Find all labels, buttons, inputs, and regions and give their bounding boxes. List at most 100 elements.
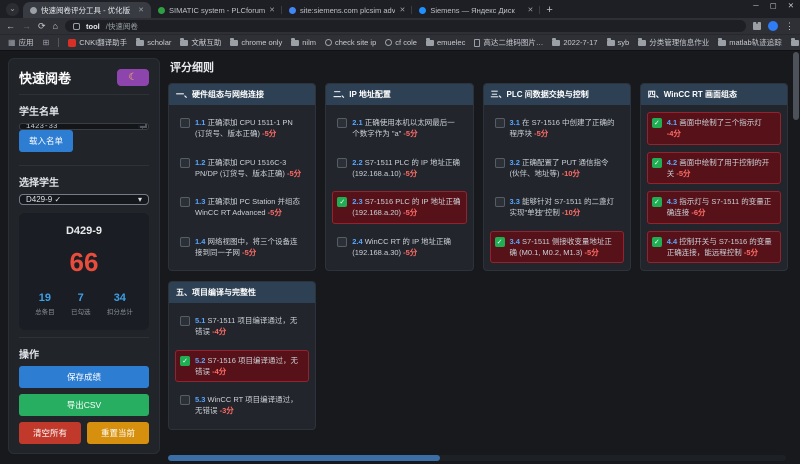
rubric-item[interactable]: ✓4.4 控制开关与 S7-1516 的变量正确连接，能远程控制 -5分 (647, 231, 781, 264)
rubric-panel: 评分细则 一、硬件组态与网络连接1.1 正确添加 CPU 1511-1 PN (… (168, 58, 788, 454)
clear-all-button[interactable]: 清空所有 (19, 422, 81, 444)
profile-avatar[interactable] (768, 21, 778, 31)
rubric-item[interactable]: 3.3 能够针对 S7-1511 的二盏灯实现"单独"控制 -10分 (490, 191, 624, 224)
student-select[interactable]: D429-9 ✓ ▾ (19, 194, 149, 205)
save-scores-button[interactable]: 保存成绩 (19, 366, 149, 388)
rubric-item[interactable]: 1.4 网络视图中，将三个设备连接到同一子网 -5分 (175, 231, 309, 264)
rubric-item[interactable]: 3.1 在 S7-1516 中创建了正确的程序块 -5分 (490, 112, 624, 145)
checkbox-icon[interactable] (495, 118, 505, 128)
rubric-item[interactable]: 1.3 正确添加 PC Station 并组态 WinCC RT Advance… (175, 191, 309, 224)
bookmark-item[interactable]: scholar (136, 38, 171, 47)
student-roster-textarea[interactable]: 1423-33 1423-34 1423-35 1423-36 1423-40 … (19, 123, 149, 130)
checkbox-icon[interactable] (180, 237, 190, 247)
checkbox-checked-icon[interactable]: ✓ (652, 118, 662, 128)
rubric-item[interactable]: 1.1 正确添加 CPU 1511-1 PN (订货号、版本正确) -5分 (175, 112, 309, 145)
tab-close-icon[interactable]: ✕ (399, 6, 405, 14)
item-text: 3.1 在 S7-1516 中创建了正确的程序块 -5分 (510, 117, 619, 140)
rubric-item[interactable]: 2.1 正确使用本机以太网最后一个数字作为 "a" -5分 (332, 112, 466, 145)
checkbox-icon[interactable] (180, 158, 190, 168)
resize-handle-icon[interactable] (140, 123, 147, 128)
vertical-scroll-thumb[interactable] (793, 52, 799, 120)
checkbox-checked-icon[interactable]: ✓ (337, 197, 347, 207)
rubric-item[interactable]: ✓3.4 S7-1511 侧接收变量地址正确 (M0.1, M0.2, M1.3… (490, 231, 624, 264)
checkbox-icon[interactable] (180, 316, 190, 326)
maximize-icon[interactable]: ▢ (770, 1, 777, 10)
checkbox-icon[interactable] (180, 197, 190, 207)
rubric-item[interactable]: 5.1 S7-1511 项目编译通过，无错误 -4分 (175, 310, 309, 343)
rubric-section: 五、项目编译与完整性5.1 S7-1511 项目编译通过，无错误 -4分✓5.2… (168, 281, 316, 430)
item-text: 1.1 正确添加 CPU 1511-1 PN (订货号、版本正确) -5分 (195, 117, 304, 140)
bookmark-item[interactable]: ▦应用 (8, 37, 34, 48)
address-bar[interactable]: tool /快速阅卷 (65, 20, 746, 32)
rubric-item[interactable]: 2.4 WinCC RT 的 IP 地址正确 (192.168.a.30) -5… (332, 231, 466, 264)
tab-close-icon[interactable]: ✕ (527, 6, 533, 14)
page-horizontal-scrollbar[interactable] (168, 455, 786, 461)
checkbox-icon[interactable] (180, 118, 190, 128)
apps-icon: ▦ (8, 39, 16, 47)
checkbox-icon[interactable] (337, 158, 347, 168)
bookmark-item[interactable]: 分类管理信息作业 (638, 37, 709, 48)
checkbox-checked-icon[interactable]: ✓ (652, 158, 662, 168)
menu-kebab-icon[interactable]: ⋮ (785, 22, 794, 31)
horizontal-scroll-thumb[interactable] (168, 455, 440, 461)
export-csv-button[interactable]: 导出CSV (19, 394, 149, 416)
checkbox-icon[interactable] (337, 118, 347, 128)
bookmark-item[interactable]: 高达二维码图片… (474, 37, 543, 48)
bookmark-item[interactable]: matlab轨迹追踪 (718, 37, 782, 48)
rubric-item[interactable]: ✓2.3 S7-1516 PLC 的 IP 地址正确 (192.168.a.20… (332, 191, 466, 224)
bookmark-item[interactable]: 文献互助 (180, 37, 221, 48)
bookmark-item[interactable]: cf cole (385, 38, 417, 47)
bookmark-item[interactable]: check site ip (325, 38, 376, 47)
tab-search-chevron-icon[interactable]: ⌄ (6, 3, 19, 16)
bookmark-item[interactable]: ⊞ (43, 39, 50, 47)
home-icon[interactable]: ⌂ (53, 22, 58, 31)
checkbox-icon[interactable] (180, 395, 190, 405)
theme-toggle-button[interactable]: ☾ (117, 69, 149, 86)
reload-icon[interactable]: ⟳ (38, 22, 46, 31)
rubric-item[interactable]: 2.2 S7-1511 PLC 的 IP 地址正确 (192.168.a.10)… (332, 152, 466, 185)
checkbox-checked-icon[interactable]: ✓ (180, 356, 190, 366)
rubric-item[interactable]: ✓4.1 画面中绘制了三个指示灯 -4分 (647, 112, 781, 145)
globe-icon (385, 39, 392, 46)
rubric-item[interactable]: ✓4.3 指示灯与 S7-1511 的变量正确连接 -6分 (647, 191, 781, 224)
browser-tab[interactable]: Siemens — Яндекс Диск✕ (412, 2, 540, 18)
bookmark-item[interactable]: chrome only (230, 38, 282, 47)
bookmark-item[interactable]: syb (607, 38, 630, 47)
browser-tab[interactable]: SIMATIC system - PLCforum✕ (151, 2, 282, 18)
browser-tab[interactable]: site:siemens.com plcsim adv✕ (282, 2, 412, 18)
forward-icon[interactable]: → (22, 22, 31, 31)
rubric-item[interactable]: 5.3 WinCC RT 项目编译通过，无错误 -3分 (175, 389, 309, 422)
browser-tab[interactable]: 快速阅卷评分工具 - 优化版✕ (23, 2, 151, 18)
back-icon[interactable]: ← (6, 22, 15, 31)
close-icon[interactable]: ✕ (788, 1, 794, 10)
rubric-item[interactable]: ✓5.2 S7-1516 项目编译通过，无错误 -4分 (175, 350, 309, 383)
rubric-item[interactable]: ✓4.2 画面中绘制了用于控制的开关 -5分 (647, 152, 781, 185)
reset-current-button[interactable]: 重置当前 (87, 422, 149, 444)
bookmark-item[interactable]: nilm (291, 38, 316, 47)
load-roster-button[interactable]: 载入名单 (19, 130, 73, 152)
bookmark-item[interactable]: 2022-7-17 (552, 38, 597, 47)
checkbox-icon[interactable] (495, 158, 505, 168)
checkbox-checked-icon[interactable]: ✓ (652, 197, 662, 207)
window-controls: ─ ▢ ✕ (753, 1, 794, 10)
new-tab-button[interactable]: + (546, 4, 552, 16)
tab-close-icon[interactable]: ✕ (138, 6, 144, 14)
rubric-item[interactable]: 3.2 正确配置了 PUT 通信指令 (伙伴、地址等) -10分 (490, 152, 624, 185)
checkbox-icon[interactable] (495, 197, 505, 207)
item-text: 2.2 S7-1511 PLC 的 IP 地址正确 (192.168.a.10)… (352, 157, 461, 180)
minimize-icon[interactable]: ─ (753, 1, 758, 10)
bookmark-item[interactable]: 2023-09-26 plc (791, 38, 800, 47)
bookmark-item[interactable]: CNKI翻译助手 (68, 37, 127, 48)
page-vertical-scrollbar[interactable] (793, 52, 799, 454)
checkbox-checked-icon[interactable]: ✓ (495, 237, 505, 247)
checkbox-icon[interactable] (337, 237, 347, 247)
red-icon (68, 39, 76, 47)
rubric-column: 二、IP 地址配置2.1 正确使用本机以太网最后一个数字作为 "a" -5分2.… (325, 83, 473, 271)
checkbox-checked-icon[interactable]: ✓ (652, 237, 662, 247)
site-info-icon[interactable] (73, 23, 80, 30)
bookmark-item[interactable]: emuelec (426, 38, 465, 47)
tab-close-icon[interactable]: ✕ (269, 6, 275, 14)
extensions-icon[interactable] (753, 22, 761, 30)
item-number: 4.1 (667, 118, 680, 127)
rubric-item[interactable]: 1.2 正确添加 CPU 1516C-3 PN/DP (订货号、版本正确) -5… (175, 152, 309, 185)
